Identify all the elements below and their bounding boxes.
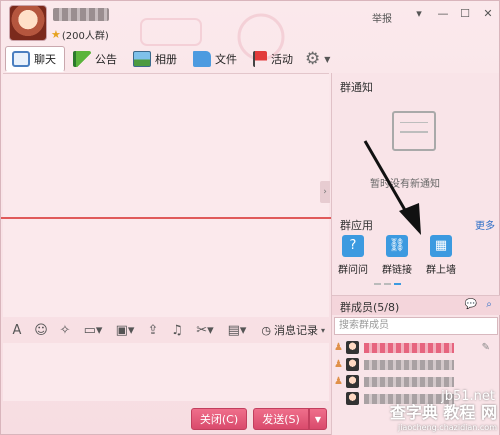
avatar bbox=[346, 358, 359, 371]
group-apps: ? 群问问 ⛓ 群链接 ▦ 群上墙 bbox=[334, 235, 460, 276]
tab-activity[interactable]: 活动 bbox=[247, 46, 301, 72]
admin-icon: ♟ bbox=[334, 358, 343, 370]
message-input[interactable] bbox=[3, 343, 329, 401]
group-name-blurred bbox=[53, 8, 109, 21]
pager-dot[interactable] bbox=[384, 283, 391, 285]
message-history-button[interactable]: ◷ 消息记录 ▾ bbox=[261, 322, 329, 338]
screenshot-icon[interactable]: ✂▾ bbox=[191, 323, 219, 338]
list-item[interactable]: ♟ ✎ bbox=[334, 339, 498, 356]
annotation-arrow bbox=[363, 140, 421, 235]
notice-title: 群通知 bbox=[340, 81, 373, 94]
announcement-icon bbox=[73, 51, 91, 67]
member-name-blurred bbox=[364, 359, 454, 370]
admin-icon: ♟ bbox=[334, 375, 343, 387]
apps-pager bbox=[374, 283, 401, 285]
member-name-blurred bbox=[364, 376, 454, 387]
message-history-area[interactable] bbox=[3, 73, 329, 317]
edit-icon[interactable]: ✎ bbox=[482, 342, 490, 353]
chevron-down-icon: ▾ bbox=[320, 325, 325, 335]
group-avatar[interactable] bbox=[9, 5, 47, 41]
tab-album[interactable]: 相册 bbox=[127, 46, 185, 72]
collapse-sidebar-button[interactable]: › bbox=[320, 181, 330, 203]
settings-menu-button[interactable]: ⚙ ▼ bbox=[303, 46, 332, 72]
app-group-wall[interactable]: ▦ 群上墙 bbox=[422, 235, 460, 276]
input-toolbar: A ☺ ✧ ▭▾ ▣▾ ⇪ ♫ ✂▾ ▤▾ ◷ 消息记录 ▾ bbox=[7, 319, 329, 341]
tab-bar: 聊天 公告 相册 文件 活动 ⚙ ▼ bbox=[5, 45, 332, 73]
watermark: 查字典 教程 网 jiaocheng.chazidian.com bbox=[389, 403, 497, 432]
list-item[interactable]: ♟ bbox=[334, 356, 498, 373]
music-icon[interactable]: ♫ bbox=[167, 323, 187, 338]
app-group-link[interactable]: ⛓ 群链接 bbox=[378, 235, 416, 276]
member-name-blurred bbox=[364, 342, 454, 353]
pager-dot[interactable] bbox=[374, 283, 381, 285]
member-search-input[interactable]: 搜索群成员 bbox=[334, 317, 498, 335]
send-options-button[interactable]: ▼ bbox=[309, 408, 327, 430]
clock-icon: ◷ bbox=[261, 323, 271, 337]
close-button[interactable]: 关闭(C) bbox=[191, 408, 247, 430]
chevron-down-icon: ▼ bbox=[324, 54, 331, 64]
magic-icon[interactable]: ✧ bbox=[55, 323, 75, 338]
folder-icon bbox=[193, 51, 211, 67]
apps-more-link[interactable]: 更多 bbox=[475, 217, 495, 232]
more-tools-icon[interactable]: ▤▾ bbox=[223, 323, 251, 338]
tab-chat[interactable]: 聊天 bbox=[5, 46, 65, 72]
search-icon[interactable]: ⌕ bbox=[482, 298, 496, 312]
wall-icon: ▦ bbox=[430, 235, 452, 257]
send-button[interactable]: 发送(S) bbox=[253, 408, 309, 430]
maximize-icon[interactable]: ☐ bbox=[456, 6, 474, 22]
group-member-count: ★ (200人群) bbox=[51, 28, 109, 42]
chat-bubble-icon[interactable]: 💬 bbox=[464, 298, 478, 312]
report-link[interactable]: 举报 bbox=[372, 10, 392, 25]
image-icon[interactable]: ▣▾ bbox=[111, 323, 139, 338]
gear-icon: ⚙ bbox=[305, 48, 321, 69]
close-icon[interactable]: ✕ bbox=[479, 6, 497, 22]
upload-icon[interactable]: ⇪ bbox=[143, 323, 163, 338]
tab-announcement[interactable]: 公告 bbox=[67, 46, 125, 72]
shake-icon[interactable]: ▭▾ bbox=[79, 323, 107, 338]
skin-caret-icon[interactable]: ▾ bbox=[410, 6, 428, 22]
group-chat-window: ★ (200人群) 举报 ▾ — ☐ ✕ 聊天 公告 相册 文件 活动 ⚙ ▼ bbox=[0, 0, 500, 435]
avatar bbox=[346, 341, 359, 354]
pager-dot-active[interactable] bbox=[394, 283, 401, 285]
star-icon: ★ bbox=[51, 28, 61, 41]
emoji-icon[interactable]: ☺ bbox=[31, 323, 51, 338]
tab-files[interactable]: 文件 bbox=[187, 46, 245, 72]
chat-icon bbox=[12, 51, 30, 67]
photo-album-icon bbox=[133, 51, 151, 67]
app-group-qa[interactable]: ? 群问问 bbox=[334, 235, 372, 276]
new-message-divider bbox=[1, 217, 331, 219]
list-item[interactable]: ♟ bbox=[334, 373, 498, 390]
members-header: 群成员(5/8) 💬 ⌕ bbox=[332, 295, 500, 315]
font-icon[interactable]: A bbox=[7, 323, 27, 338]
avatar bbox=[346, 375, 359, 388]
flag-icon bbox=[253, 51, 267, 67]
minimize-icon[interactable]: — bbox=[434, 6, 452, 22]
right-panel: 群通知 暂时没有新通知 群应用 更多 ? 群问问 ⛓ 群链接 ▦ 群上墙 群成员… bbox=[331, 73, 500, 435]
owner-icon: ♟ bbox=[334, 341, 343, 353]
avatar bbox=[346, 392, 359, 405]
